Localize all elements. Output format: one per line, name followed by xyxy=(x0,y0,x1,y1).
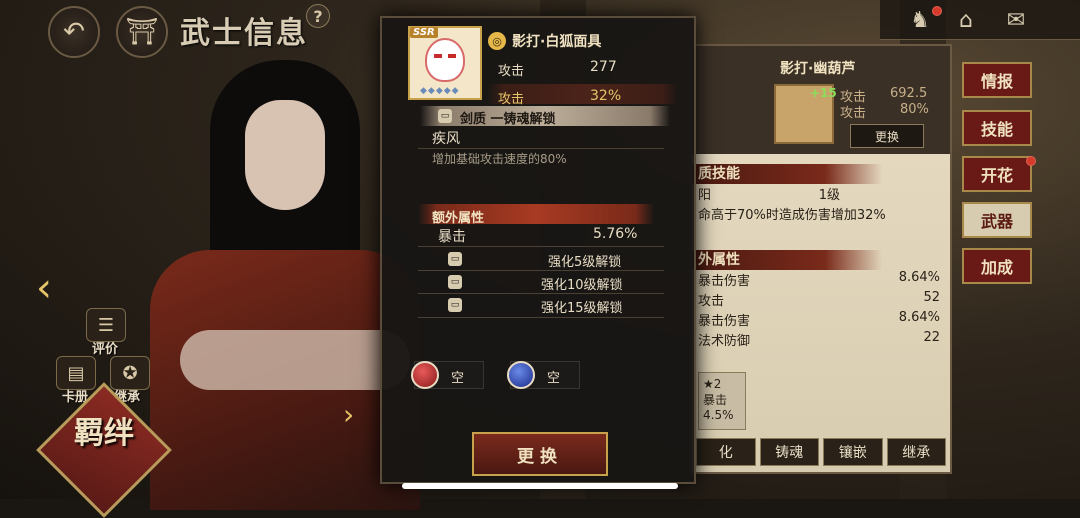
shrine-button[interactable]: ⛩ xyxy=(116,6,168,58)
attack-percent-value: 32% xyxy=(590,88,622,104)
soul-card[interactable]: ★2 暴击 4.5% xyxy=(698,372,746,430)
panel-tabs: 化 铸魂 镶嵌 继承 xyxy=(692,438,950,466)
extra-attributes-title: 额外属性 xyxy=(432,211,485,226)
change-weapon-button[interactable]: 更换 xyxy=(472,432,608,476)
skill-description: 命高于70%时造成伤害增加32% xyxy=(698,208,886,223)
panel-change-button[interactable]: 更换 xyxy=(850,124,924,148)
chevron-left-icon[interactable]: ‹ xyxy=(36,265,52,311)
enhance-level: +15 xyxy=(810,86,837,100)
unlock-section-title: 剑质 一铸魂解锁 xyxy=(460,112,556,127)
star-emblem-icon: ✪ xyxy=(122,362,138,384)
blue-gem-icon xyxy=(507,361,535,389)
crit-value: 5.76% xyxy=(593,226,638,242)
extra-section-title: 外属性 xyxy=(692,250,882,270)
inherit-button[interactable]: ✪ xyxy=(110,356,150,390)
rating-label: 评价 xyxy=(92,342,119,357)
fox-mask-icon xyxy=(425,38,465,82)
rarity-badge: SSR xyxy=(410,27,438,38)
attack-value: 277 xyxy=(590,59,617,75)
home-icon[interactable]: ⌂ xyxy=(950,6,982,34)
shrine-icon: ⛩ xyxy=(125,17,159,47)
tab-skills[interactable]: 技能 xyxy=(962,110,1032,146)
mail-icon[interactable]: ✉ xyxy=(1000,6,1032,34)
weapon-type-icon: ◎ xyxy=(488,32,506,50)
lock-icon: ▭ xyxy=(448,275,462,289)
tab-intel[interactable]: 情报 xyxy=(962,62,1032,98)
page-title: 武士信息 xyxy=(180,16,308,51)
tab-weapon[interactable]: 武器 xyxy=(962,202,1032,238)
rating-button[interactable]: ☰ xyxy=(86,308,126,342)
shield-icon: ▭ xyxy=(438,109,452,123)
back-button[interactable]: ↶ xyxy=(48,6,100,58)
tab-inherit[interactable]: 继承 xyxy=(886,438,946,466)
card-icon: ▤ xyxy=(67,362,85,384)
equipped-weapon-name: 影打·幽葫芦 xyxy=(780,61,856,77)
back-arrow-icon: ↶ xyxy=(63,17,85,47)
notification-dot xyxy=(932,6,942,16)
weapon-detail-panel: 影打·幽葫芦 +15 攻击 692.5 攻击 80% 更换 质技能 阳 1级 命… xyxy=(690,44,952,474)
chevron-right-icon[interactable]: › xyxy=(343,398,354,431)
tab-enhance[interactable]: 化 xyxy=(696,438,756,466)
character-portrait xyxy=(120,40,420,510)
help-button[interactable]: ? xyxy=(306,4,330,28)
card-album-button[interactable]: ▤ xyxy=(56,356,96,390)
skill-description: 增加基础攻击速度的80% xyxy=(432,152,567,166)
skill-section-title: 质技能 xyxy=(692,164,882,184)
weapon-name: 影打·白狐面具 xyxy=(512,34,602,50)
tab-soulcast[interactable]: 铸魂 xyxy=(759,438,819,466)
gem-slots-icon: ◆◆◆◆◆ xyxy=(420,86,460,96)
bloom-notification-dot xyxy=(1026,156,1036,166)
tab-inlay[interactable]: 镶嵌 xyxy=(823,438,883,466)
bond-label: 羁绊 xyxy=(74,416,134,451)
tab-bloom[interactable]: 开花 xyxy=(962,156,1032,192)
lock-icon: ▭ xyxy=(448,298,462,312)
tab-bonus[interactable]: 加成 xyxy=(962,248,1032,284)
home-indicator xyxy=(402,483,678,489)
lock-icon: ▭ xyxy=(448,252,462,266)
red-gem-icon xyxy=(411,361,439,389)
skill-name: 疾风 xyxy=(432,131,460,147)
rating-icon: ☰ xyxy=(97,314,115,336)
